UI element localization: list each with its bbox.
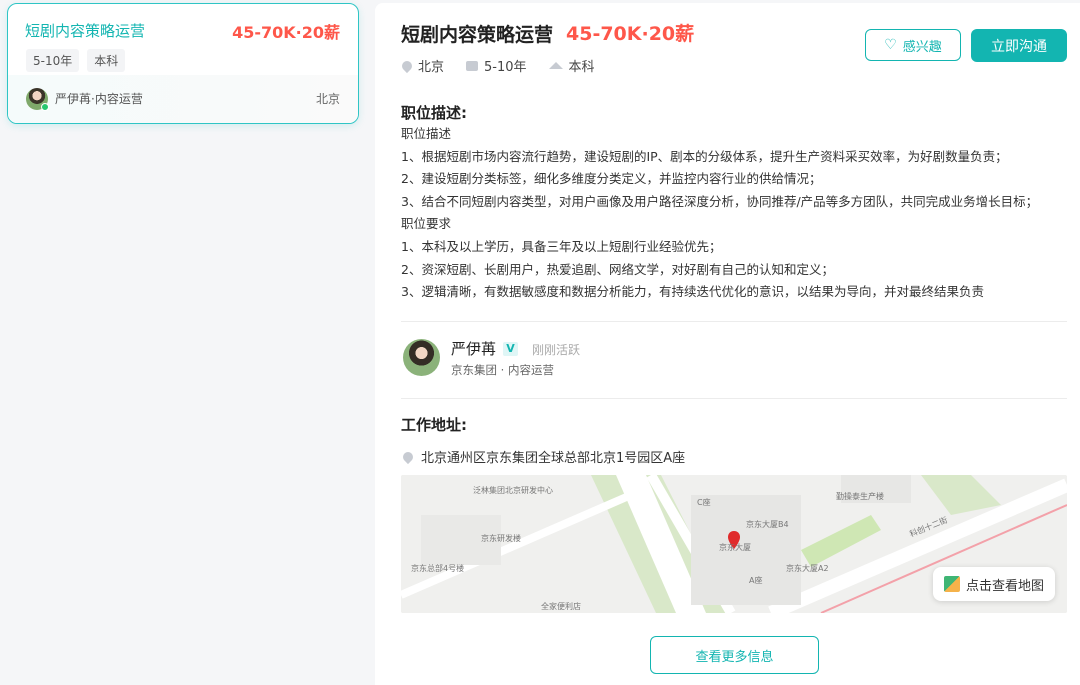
location-heading: 工作地址: bbox=[401, 416, 467, 434]
location-pin-icon bbox=[399, 58, 415, 73]
description-line: 1、根据短剧市场内容流行趋势，建设短剧的IP、剧本的分级体系，提升生产资料采买效… bbox=[401, 148, 1008, 164]
description-line: 1、本科及以上学历，具备三年及以上短剧行业经验优先； bbox=[401, 238, 722, 254]
description-line: 2、资深短剧、长剧用户，热爱追剧、网络文学，对好剧有自己的认知和定义； bbox=[401, 261, 834, 277]
heart-icon: ♡ bbox=[884, 37, 897, 53]
recruiter-name: 严伊苒 bbox=[451, 340, 497, 358]
job-card-salary: 45-70K·20薪 bbox=[232, 23, 340, 42]
job-meta: 北京 5-10年 本科 bbox=[399, 56, 595, 75]
divider bbox=[401, 398, 1067, 399]
map-label: 京东研发楼 bbox=[481, 533, 521, 543]
description-line: 3、结合不同短剧内容类型，对用户画像及用户路径深度分析，协同推荐/产品等多方团队… bbox=[401, 193, 1039, 209]
chat-now-button[interactable]: 立即沟通 bbox=[971, 29, 1067, 62]
job-card-tags: 5-10年 本科 bbox=[26, 49, 126, 72]
description-line: 3、逻辑清晰，有数据敏感度和数据分析能力，有持续迭代优化的意识，以结果为导向，并… bbox=[401, 284, 984, 300]
job-card-tag-experience: 5-10年 bbox=[26, 49, 80, 72]
map-label: 京东总部4号楼 bbox=[411, 563, 464, 573]
map-label: 京东大厦B4 bbox=[746, 519, 789, 529]
job-education: 本科 bbox=[548, 56, 595, 75]
view-map-button[interactable]: 点击查看地图 bbox=[933, 567, 1055, 601]
job-city: 北京 bbox=[399, 56, 444, 75]
map-icon bbox=[943, 576, 960, 592]
interest-button[interactable]: ♡ 感兴趣 bbox=[865, 29, 961, 61]
recruiter-company: 京东集团 · 内容运营 bbox=[451, 363, 554, 377]
description-heading: 职位描述: bbox=[401, 104, 467, 122]
job-card-tag-education: 本科 bbox=[87, 49, 126, 72]
job-description: 职位描述 1、根据短剧市场内容流行趋势，建设短剧的IP、剧本的分级体系，提升生产… bbox=[401, 123, 1071, 304]
divider bbox=[401, 321, 1067, 322]
job-card-city: 北京 bbox=[315, 92, 340, 106]
job-salary: 45-70K·20薪 bbox=[566, 23, 695, 45]
verified-badge-icon: V bbox=[503, 342, 518, 356]
map-label: C座 bbox=[697, 497, 711, 507]
description-line: 职位描述 bbox=[401, 126, 452, 141]
location-pin-icon bbox=[400, 449, 416, 464]
map-label: 泛林集团北京研发中心 bbox=[473, 485, 553, 495]
briefcase-icon bbox=[466, 60, 479, 71]
online-status-dot bbox=[41, 103, 49, 111]
job-card-title: 短剧内容策略运营 bbox=[25, 22, 146, 40]
location-map[interactable]: 京东研发楼 京东总部4号楼 京东大厦B4 京东大厦A2 京东大厦 勤操泰生产楼 … bbox=[401, 475, 1067, 613]
recruiter-avatar[interactable] bbox=[403, 339, 440, 376]
map-label: 勤操泰生产楼 bbox=[836, 491, 884, 501]
description-line: 2、建设短剧分类标签，细化多维度分类定义，并监控内容行业的供给情况； bbox=[401, 171, 822, 187]
description-line: 职位要求 bbox=[401, 216, 452, 232]
job-card-selected[interactable]: 短剧内容策略运营 45-70K·20薪 5-10年 本科 严伊苒·内容运营 北京 bbox=[7, 3, 359, 124]
recruiter-status: 刚刚活跃 bbox=[532, 343, 581, 357]
map-label: 全家便利店 bbox=[541, 601, 581, 611]
map-label: 京东大厦 bbox=[719, 542, 751, 552]
job-card-footer: 严伊苒·内容运营 北京 bbox=[8, 75, 358, 123]
job-list-panel: 短剧内容策略运营 45-70K·20薪 5-10年 本科 严伊苒·内容运营 北京 bbox=[0, 0, 366, 685]
job-title: 短剧内容策略运营 bbox=[401, 24, 554, 46]
graduation-cap-icon bbox=[548, 62, 563, 69]
work-address: 北京通州区京东集团全球总部北京1号园区A座 bbox=[400, 447, 685, 466]
map-label: 京东大厦A2 bbox=[786, 563, 829, 573]
job-detail-panel: 短剧内容策略运营 45-70K·20薪 北京 5-10年 本科 ♡ 感兴趣 立即沟… bbox=[375, 3, 1080, 685]
map-label: A座 bbox=[749, 575, 762, 585]
view-more-button[interactable]: 查看更多信息 bbox=[650, 636, 819, 674]
job-experience: 5-10年 bbox=[466, 56, 527, 75]
job-card-recruiter: 严伊苒·内容运营 bbox=[55, 92, 143, 106]
